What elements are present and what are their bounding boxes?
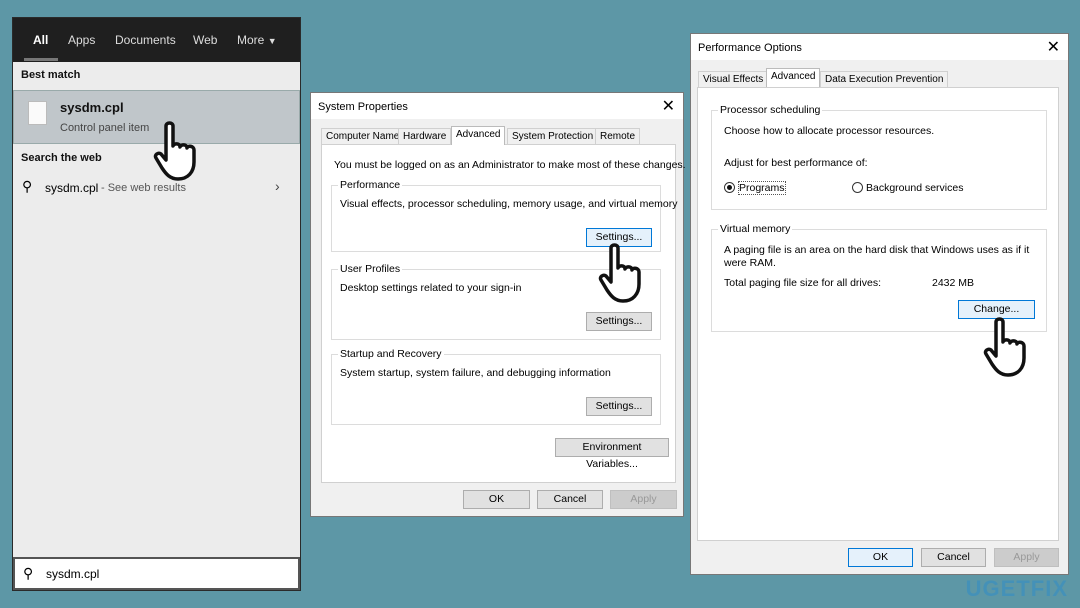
dialog-title: System Properties — [318, 101, 408, 113]
search-filter-tabs: All Apps Documents Web More ▼ — [13, 18, 300, 62]
tab-apps[interactable]: Apps — [68, 33, 95, 47]
user-profiles-settings-button[interactable]: Settings... — [586, 312, 652, 331]
group-label: Virtual memory — [718, 223, 793, 235]
tab-system-protection[interactable]: System Protection — [507, 128, 599, 144]
tab-visual-effects[interactable]: Visual Effects — [698, 71, 769, 87]
search-input[interactable]: ⚲ sysdm.cpl — [13, 557, 300, 590]
environment-variables-button[interactable]: Environment Variables... — [555, 438, 669, 470]
hand-cursor-icon — [983, 317, 1026, 377]
tab-hardware[interactable]: Hardware — [398, 128, 452, 144]
close-icon[interactable]: ✕ — [1047, 37, 1060, 57]
tab-all[interactable]: All — [33, 33, 48, 47]
tab-documents[interactable]: Documents — [115, 33, 176, 47]
radio-icon — [852, 182, 863, 193]
web-query: sysdm.cpl — [45, 181, 99, 195]
radio-programs[interactable]: Programs — [724, 181, 786, 195]
tab-web[interactable]: Web — [193, 33, 217, 47]
active-tab-indicator — [24, 58, 58, 61]
control-panel-file-icon — [28, 101, 47, 125]
startup-recovery-group: Startup and Recovery System startup, sys… — [331, 348, 661, 425]
search-icon: ⚲ — [23, 565, 34, 581]
apply-button[interactable]: Apply — [994, 548, 1059, 567]
group-desc: Desktop settings related to your sign-in — [340, 282, 522, 294]
ok-button[interactable]: OK — [463, 490, 530, 509]
tab-remote[interactable]: Remote — [595, 128, 641, 144]
hand-cursor-icon — [153, 121, 196, 181]
vm-desc-cont: were RAM. — [724, 257, 776, 269]
hand-cursor-icon — [598, 243, 641, 303]
group-desc: Choose how to allocate processor resourc… — [724, 125, 935, 137]
search-web-heading: Search the web — [21, 152, 102, 164]
group-label: User Profiles — [338, 263, 403, 275]
best-match-subtitle: Control panel item — [60, 122, 150, 134]
tab-computer-name[interactable]: Computer Name — [321, 128, 405, 144]
processor-scheduling-group: Processor scheduling Choose how to alloc… — [711, 104, 1047, 210]
web-suffix: - See web results — [101, 182, 186, 194]
group-desc: System startup, system failure, and debu… — [340, 367, 611, 379]
performance-options-dialog: Performance Options ✕ Processor schedulin… — [690, 33, 1069, 575]
tab-advanced[interactable]: Advanced — [451, 126, 506, 145]
search-value: sysdm.cpl — [46, 567, 100, 581]
start-menu-search-panel: All Apps Documents Web More ▼ Best match… — [12, 17, 301, 591]
radio-selected-icon — [724, 182, 735, 193]
startup-settings-button[interactable]: Settings... — [586, 397, 652, 416]
total-paging-value: 2432 MB — [932, 277, 975, 289]
group-label: Performance — [338, 179, 403, 191]
search-icon: ⚲ — [22, 178, 33, 194]
tab-data-execution-prevention[interactable]: Data Execution Prevention — [820, 71, 949, 87]
cancel-button[interactable]: Cancel — [537, 490, 603, 509]
chevron-right-icon: › — [275, 178, 280, 194]
ok-button[interactable]: OK — [848, 548, 913, 567]
group-label: Startup and Recovery — [338, 348, 444, 360]
advanced-tab-panel: You must be logged on as an Administrato… — [321, 144, 686, 483]
caret-down-icon: ▼ — [267, 36, 277, 46]
tab-advanced[interactable]: Advanced — [766, 68, 821, 87]
tab-more[interactable]: More ▼ — [237, 33, 277, 47]
dialog-title: Performance Options — [698, 42, 802, 54]
title-bar: Performance Options ✕ — [691, 34, 1068, 60]
radio-background-services[interactable]: Background services — [852, 182, 963, 194]
advanced-tab-panel: Processor scheduling Choose how to alloc… — [697, 87, 1059, 541]
vm-desc: A paging file is an area on the hard dis… — [724, 244, 1030, 256]
group-label: Processor scheduling — [718, 104, 823, 116]
adjust-label: Adjust for best performance of: — [724, 157, 868, 169]
apply-button[interactable]: Apply — [610, 490, 677, 509]
best-match-heading: Best match — [21, 69, 81, 81]
title-bar: System Properties ✕ — [311, 93, 683, 119]
admin-note: You must be logged on as an Administrato… — [334, 159, 686, 171]
system-properties-dialog: System Properties ✕ You must be logged on… — [310, 92, 686, 517]
best-match-title: sysdm.cpl — [60, 100, 124, 115]
total-paging-label: Total paging file size for all drives: — [724, 277, 881, 289]
close-icon[interactable]: ✕ — [662, 96, 675, 116]
group-desc: Visual effects, processor scheduling, me… — [340, 198, 678, 210]
ugetfix-watermark: UGETFIX — [965, 576, 1068, 601]
cancel-button[interactable]: Cancel — [921, 548, 986, 567]
